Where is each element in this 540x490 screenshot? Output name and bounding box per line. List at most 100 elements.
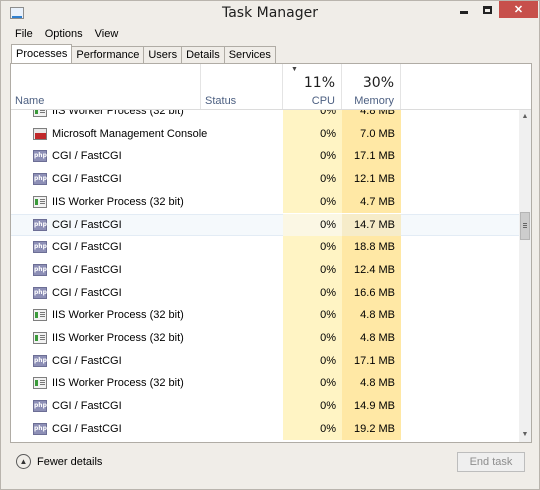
- process-name: CGI / FastCGI: [52, 173, 122, 186]
- menu-view[interactable]: View: [89, 27, 125, 43]
- process-cpu: 0%: [283, 236, 342, 259]
- iis-icon: [33, 195, 47, 208]
- close-button[interactable]: ✕: [499, 1, 538, 18]
- sort-descending-icon: ▼: [291, 66, 298, 73]
- title-bar[interactable]: Task Manager ✕: [1, 1, 539, 25]
- tab-users[interactable]: Users: [144, 46, 183, 64]
- process-name: IIS Worker Process (32 bit): [52, 309, 184, 322]
- process-row[interactable]: IIS Worker Process (32 bit) 0% 4.8 MB: [11, 372, 519, 396]
- process-name: CGI / FastCGI: [52, 263, 122, 276]
- process-memory: 4.8 MB: [342, 304, 401, 327]
- process-name: CGI / FastCGI: [52, 286, 122, 299]
- process-memory: 14.9 MB: [342, 395, 401, 418]
- process-list: IIS Worker Process (32 bit) 0% 4.8 MB Micro…: [11, 110, 519, 442]
- process-row[interactable]: Microsoft Management Console 0% 7.0 MB: [11, 122, 519, 146]
- process-name: CGI / FastCGI: [52, 422, 122, 435]
- end-task-button[interactable]: End task: [457, 452, 525, 472]
- process-row[interactable]: php CGI / FastCGI 0% 14.9 MB: [11, 395, 519, 418]
- process-cpu: 0%: [283, 327, 342, 350]
- process-cpu: 0%: [283, 190, 342, 214]
- process-row[interactable]: php CGI / FastCGI 0% 17.1 MB: [11, 145, 519, 169]
- column-header: Name Status ▼ 11% CPU 30% Memory: [11, 64, 531, 110]
- scroll-down-icon[interactable]: ▼: [519, 428, 531, 442]
- maximize-icon: [483, 5, 492, 14]
- fewer-details-button[interactable]: ▲ Fewer details: [16, 454, 102, 469]
- process-memory: 12.1 MB: [342, 168, 401, 191]
- process-row[interactable]: IIS Worker Process (32 bit) 0% 4.7 MB: [11, 190, 519, 214]
- process-row[interactable]: php CGI / FastCGI 0% 12.4 MB: [11, 258, 519, 282]
- process-name: CGI / FastCGI: [52, 241, 122, 254]
- column-cpu[interactable]: ▼ 11% CPU: [283, 64, 342, 109]
- process-memory: 17.1 MB: [342, 349, 401, 373]
- process-cpu: 0%: [283, 349, 342, 373]
- cpu-total-percent: 11%: [303, 75, 335, 91]
- process-row[interactable]: IIS Worker Process (32 bit) 0% 4.8 MB: [11, 110, 519, 123]
- column-cpu-label: CPU: [311, 95, 335, 107]
- column-status[interactable]: Status: [201, 64, 283, 109]
- php-icon: php: [33, 422, 47, 435]
- process-name: CGI / FastCGI: [52, 218, 122, 231]
- fewer-details-label: Fewer details: [37, 455, 103, 468]
- php-icon: php: [33, 400, 47, 413]
- tab-services[interactable]: Services: [224, 46, 276, 64]
- process-name: IIS Worker Process (32 bit): [52, 195, 184, 208]
- process-row[interactable]: php CGI / FastCGI 0% 14.7 MB: [11, 213, 519, 237]
- minimize-icon: [460, 11, 468, 14]
- process-memory: 14.7 MB: [342, 213, 401, 237]
- memory-total-percent: 30%: [362, 75, 394, 91]
- process-memory: 19.2 MB: [342, 417, 401, 441]
- scroll-up-icon[interactable]: ▲: [519, 110, 531, 124]
- process-memory: 16.6 MB: [342, 281, 401, 305]
- php-icon: php: [33, 173, 47, 186]
- scroll-grip-icon: [523, 223, 527, 224]
- chevron-up-icon: ▲: [16, 454, 31, 469]
- iis-icon: [33, 309, 47, 322]
- process-memory: 7.0 MB: [342, 122, 401, 146]
- process-row[interactable]: php CGI / FastCGI 0% 18.8 MB: [11, 236, 519, 259]
- column-memory[interactable]: 30% Memory: [342, 64, 401, 109]
- menu-file[interactable]: File: [9, 27, 39, 43]
- mmc-icon: [33, 127, 47, 140]
- process-memory: 4.8 MB: [342, 110, 401, 123]
- close-icon: ✕: [513, 4, 524, 16]
- maximize-button[interactable]: [476, 1, 499, 18]
- column-name-label: Name: [15, 95, 45, 107]
- process-row[interactable]: php CGI / FastCGI 0% 16.6 MB: [11, 281, 519, 305]
- tab-details[interactable]: Details: [182, 46, 225, 64]
- php-icon: php: [33, 286, 47, 299]
- process-cpu: 0%: [283, 145, 342, 169]
- process-name: CGI / FastCGI: [52, 150, 122, 163]
- menu-bar: File Options View: [9, 27, 124, 43]
- process-cpu: 0%: [283, 395, 342, 418]
- process-row[interactable]: php CGI / FastCGI 0% 19.2 MB: [11, 417, 519, 441]
- scroll-thumb[interactable]: [520, 212, 530, 240]
- process-memory: 18.8 MB: [342, 236, 401, 259]
- process-memory: 4.7 MB: [342, 190, 401, 214]
- process-row[interactable]: php CGI / FastCGI 0% 12.1 MB: [11, 168, 519, 191]
- iis-icon: [33, 377, 47, 390]
- process-row[interactable]: php CGI / FastCGI 0% 17.1 MB: [11, 349, 519, 373]
- php-icon: php: [33, 241, 47, 254]
- process-cpu: 0%: [283, 417, 342, 441]
- menu-options[interactable]: Options: [39, 27, 89, 43]
- tab-processes[interactable]: Processes: [11, 44, 73, 64]
- php-icon: php: [33, 354, 47, 367]
- process-name: Microsoft Management Console: [52, 127, 208, 140]
- minimize-button[interactable]: [452, 1, 476, 18]
- process-memory: 4.8 MB: [342, 372, 401, 396]
- process-cpu: 0%: [283, 304, 342, 327]
- process-row[interactable]: IIS Worker Process (32 bit) 0% 4.8 MB: [11, 327, 519, 350]
- footer-bar: ▲ Fewer details End task: [10, 446, 532, 478]
- iis-icon: [33, 110, 47, 117]
- php-icon: php: [33, 150, 47, 163]
- process-row[interactable]: IIS Worker Process (32 bit) 0% 4.8 MB: [11, 304, 519, 327]
- process-name: IIS Worker Process (32 bit): [52, 377, 184, 390]
- tab-performance[interactable]: Performance: [72, 46, 145, 64]
- process-name: IIS Worker Process (32 bit): [52, 110, 184, 117]
- process-cpu: 0%: [283, 213, 342, 237]
- iis-icon: [33, 332, 47, 344]
- process-cpu: 0%: [283, 372, 342, 396]
- column-name[interactable]: Name: [11, 64, 201, 109]
- process-memory: 4.8 MB: [342, 327, 401, 350]
- vertical-scrollbar[interactable]: ▲ ▼: [519, 110, 531, 442]
